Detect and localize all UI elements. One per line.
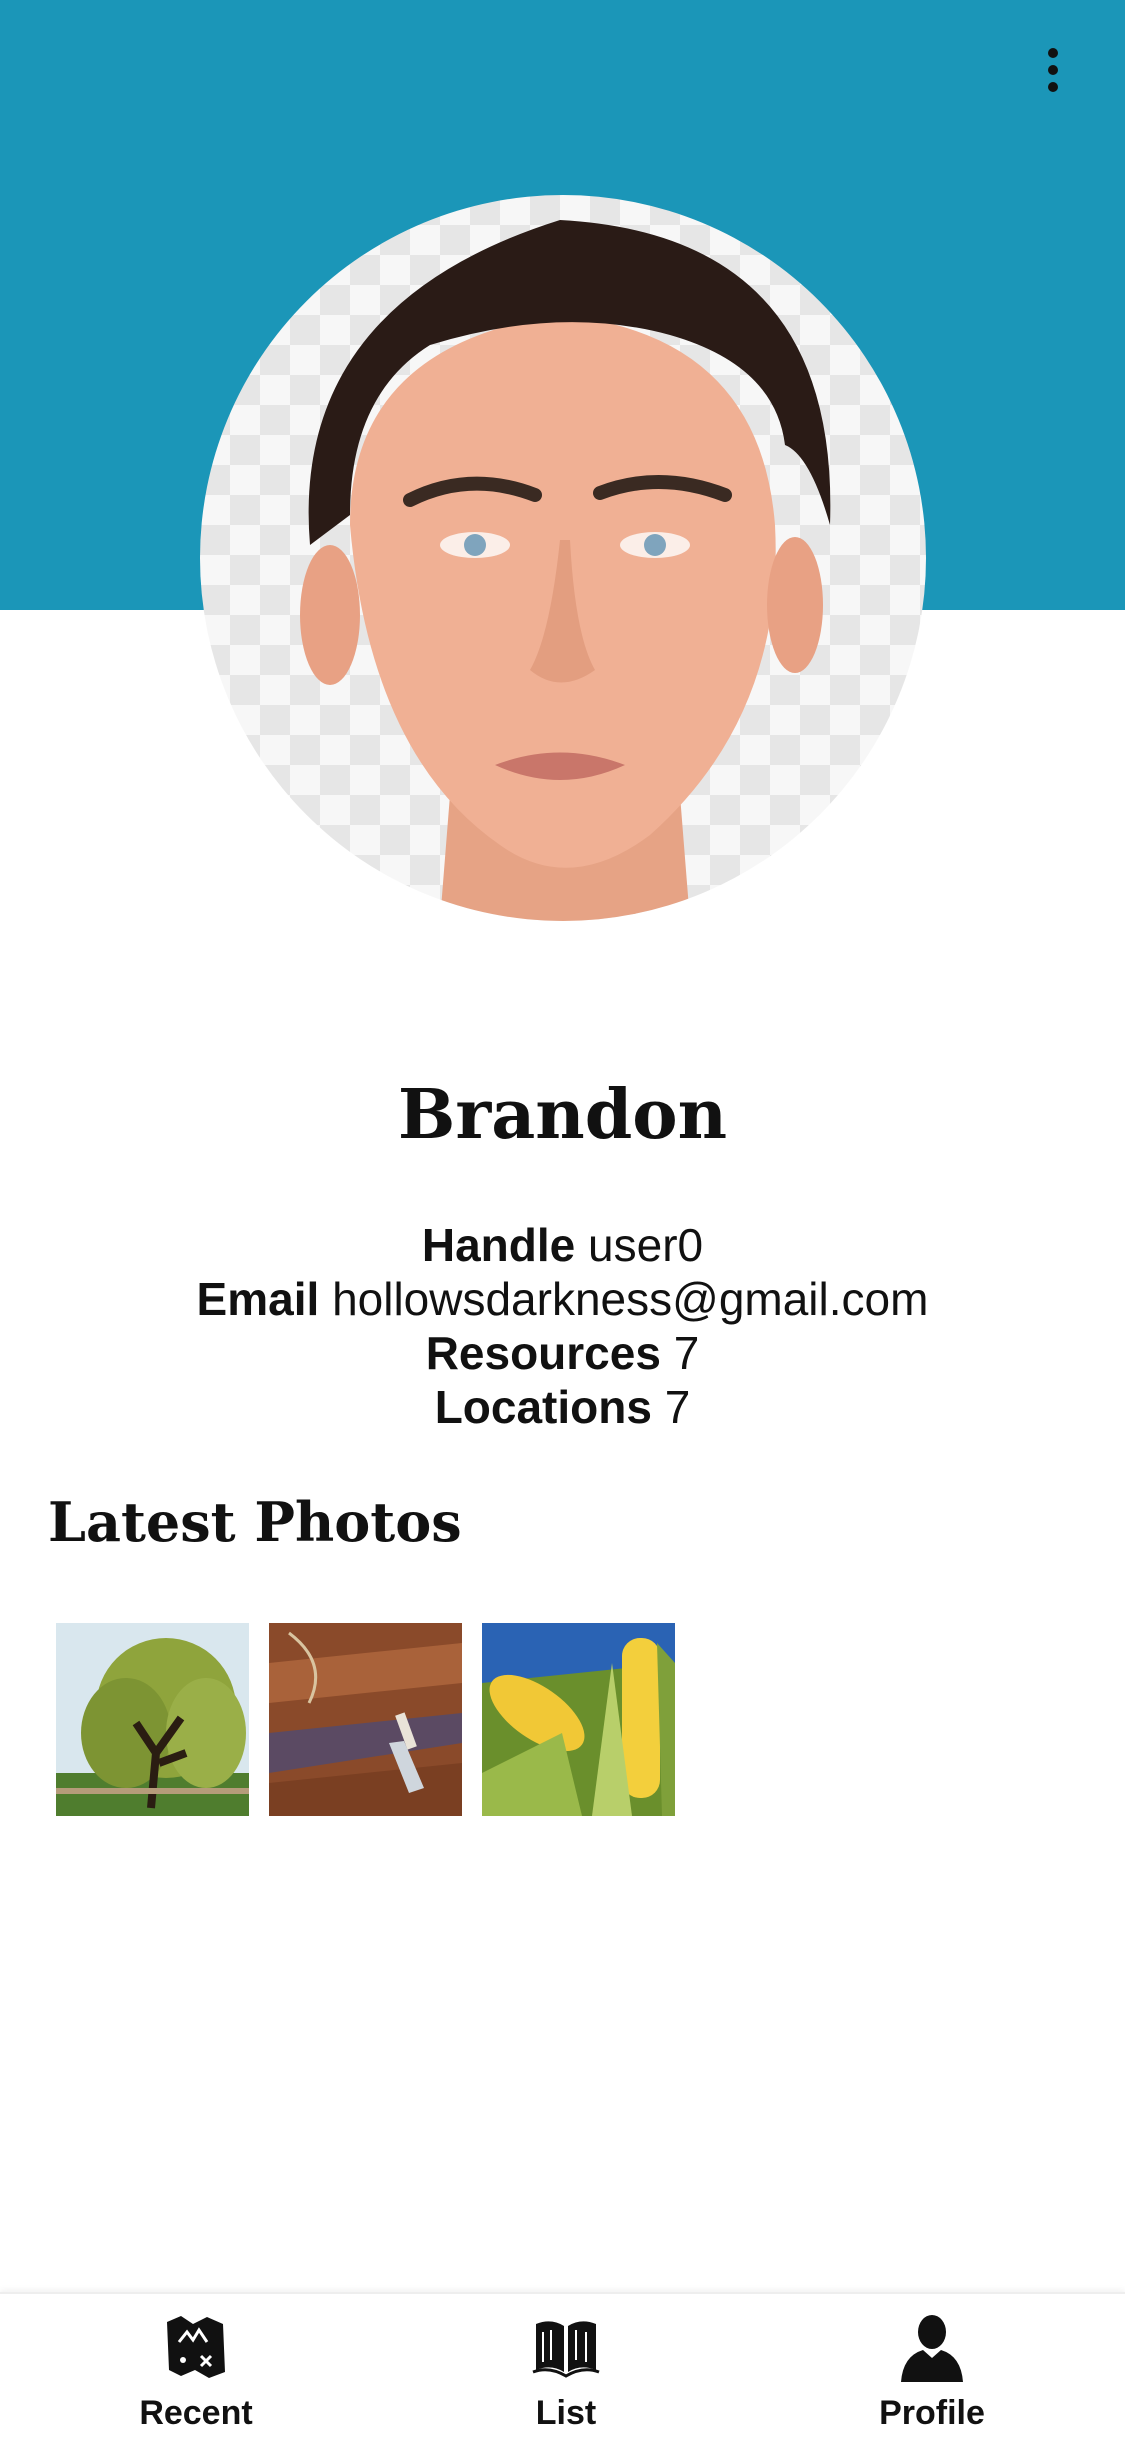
tab-list-label: List [535, 2394, 597, 2432]
latest-photos-title: Latest Photos [48, 1490, 462, 1554]
bottom-tab-bar: Recent List Profile [0, 2292, 1125, 2438]
profile-name: Brandon [397, 1075, 728, 1155]
profile-info: Handle user0 Email hollowsdarkness@gmail… [0, 1218, 1125, 1434]
dug-soil-trowel-photo [269, 1623, 462, 1816]
handle-row: Handle user0 [0, 1218, 1125, 1272]
treasure-map-icon [167, 2316, 225, 2378]
resources-label: Resources [425, 1327, 661, 1379]
willow-tree-photo [56, 1623, 249, 1816]
locations-label: Locations [434, 1381, 652, 1433]
resources-value: 7 [673, 1327, 700, 1379]
corn-cobs-photo [482, 1623, 675, 1816]
person-silhouette-icon [901, 2315, 963, 2382]
tab-recent-label: Recent [139, 2394, 253, 2432]
tab-profile[interactable]: Profile [802, 2294, 1062, 2438]
tab-list[interactable]: List [436, 2294, 696, 2438]
photo-thumbnail[interactable] [269, 1623, 462, 1816]
handle-value: user0 [588, 1219, 704, 1271]
locations-row: Locations 7 [0, 1380, 1125, 1434]
tab-recent[interactable]: Recent [66, 2294, 326, 2438]
email-value: hollowsdarkness@gmail.com [332, 1273, 929, 1325]
latest-photos-grid [56, 1623, 675, 1816]
resources-row: Resources 7 [0, 1326, 1125, 1380]
email-label: Email [196, 1273, 320, 1325]
photo-thumbnail[interactable] [482, 1623, 675, 1816]
open-book-icon [532, 2321, 600, 2378]
tab-profile-label: Profile [879, 2394, 985, 2432]
overflow-menu-button[interactable] [1035, 40, 1071, 100]
avatar[interactable] [200, 195, 926, 921]
profile-photo-face [300, 220, 831, 921]
email-row: Email hollowsdarkness@gmail.com [0, 1272, 1125, 1326]
locations-value: 7 [664, 1381, 691, 1433]
photo-thumbnail[interactable] [56, 1623, 249, 1816]
handle-label: Handle [421, 1219, 576, 1271]
